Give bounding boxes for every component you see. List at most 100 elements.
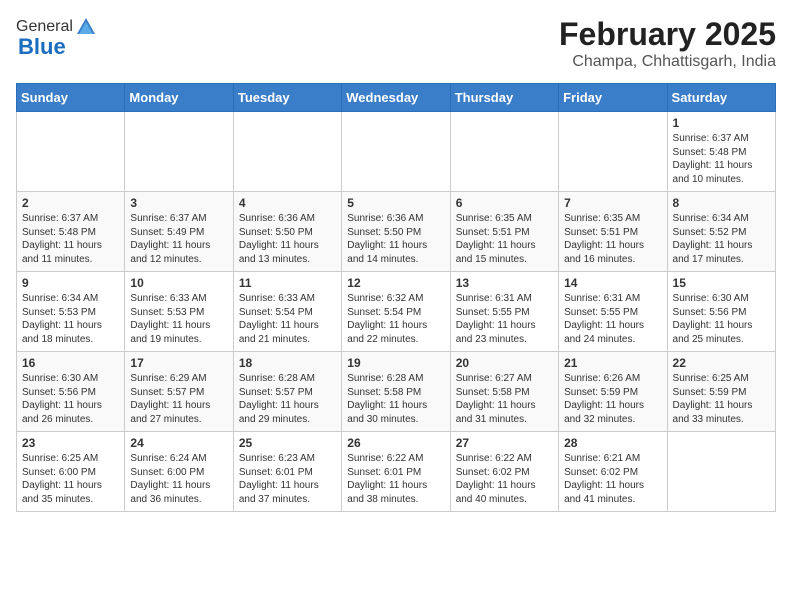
day-info: Sunrise: 6:22 AM Sunset: 6:02 PM Dayligh…: [456, 452, 553, 506]
day-number: 14: [564, 276, 661, 290]
day-number: 10: [130, 276, 227, 290]
day-info: Sunrise: 6:25 AM Sunset: 6:00 PM Dayligh…: [22, 452, 119, 506]
day-number: 21: [564, 356, 661, 370]
calendar-cell: 23Sunrise: 6:25 AM Sunset: 6:00 PM Dayli…: [17, 432, 125, 512]
day-info: Sunrise: 6:34 AM Sunset: 5:53 PM Dayligh…: [22, 292, 119, 346]
day-info: Sunrise: 6:28 AM Sunset: 5:57 PM Dayligh…: [239, 372, 336, 426]
day-info: Sunrise: 6:28 AM Sunset: 5:58 PM Dayligh…: [347, 372, 444, 426]
calendar-cell: 19 Sunrise: 6:28 AM Sunset: 5:58 PM Dayli…: [342, 352, 450, 432]
calendar-cell: 8 Sunrise: 6:34 AM Sunset: 5:52 PM Daylig…: [667, 192, 775, 272]
calendar-cell: [17, 112, 125, 192]
day-info: Sunrise: 6:30 AM Sunset: 5:56 PM Dayligh…: [673, 292, 770, 346]
calendar-cell: 16Sunrise: 6:30 AM Sunset: 5:56 PM Dayli…: [17, 352, 125, 432]
day-number: 6: [456, 196, 553, 210]
calendar-cell: 10 Sunrise: 6:33 AM Sunset: 5:53 PM Dayli…: [125, 272, 233, 352]
day-number: 24: [130, 436, 227, 450]
calendar-table: SundayMondayTuesdayWednesdayThursdayFrid…: [16, 83, 776, 512]
month-year-title: February 2025: [559, 16, 776, 53]
day-info: Sunrise: 6:22 AM Sunset: 6:01 PM Dayligh…: [347, 452, 444, 506]
day-number: 15: [673, 276, 770, 290]
col-header-saturday: Saturday: [667, 84, 775, 112]
calendar-cell: 12 Sunrise: 6:32 AM Sunset: 5:54 PM Dayli…: [342, 272, 450, 352]
calendar-cell: 4 Sunrise: 6:36 AM Sunset: 5:50 PM Daylig…: [233, 192, 341, 272]
col-header-friday: Friday: [559, 84, 667, 112]
day-info: Sunrise: 6:37 AM Sunset: 5:49 PM Dayligh…: [130, 212, 227, 266]
calendar-cell: 11 Sunrise: 6:33 AM Sunset: 5:54 PM Dayli…: [233, 272, 341, 352]
day-number: 11: [239, 276, 336, 290]
calendar-cell: [450, 112, 558, 192]
day-info: Sunrise: 6:30 AM Sunset: 5:56 PM Dayligh…: [22, 372, 119, 426]
day-number: 19: [347, 356, 444, 370]
calendar-cell: 6 Sunrise: 6:35 AM Sunset: 5:51 PM Daylig…: [450, 192, 558, 272]
day-number: 1: [673, 116, 770, 130]
day-info: Sunrise: 6:31 AM Sunset: 5:55 PM Dayligh…: [456, 292, 553, 346]
calendar-cell: [233, 112, 341, 192]
calendar-cell: 18Sunrise: 6:28 AM Sunset: 5:57 PM Dayli…: [233, 352, 341, 432]
day-info: Sunrise: 6:36 AM Sunset: 5:50 PM Dayligh…: [347, 212, 444, 266]
day-info: Sunrise: 6:32 AM Sunset: 5:54 PM Dayligh…: [347, 292, 444, 346]
col-header-sunday: Sunday: [17, 84, 125, 112]
calendar-cell: 2 Sunrise: 6:37 AM Sunset: 5:48 PM Daylig…: [17, 192, 125, 272]
calendar-cell: 21 Sunrise: 6:26 AM Sunset: 5:59 PM Dayli…: [559, 352, 667, 432]
calendar-cell: 27 Sunrise: 6:22 AM Sunset: 6:02 PM Dayli…: [450, 432, 558, 512]
day-number: 28: [564, 436, 661, 450]
calendar-header-row: SundayMondayTuesdayWednesdayThursdayFrid…: [17, 84, 776, 112]
day-info: Sunrise: 6:34 AM Sunset: 5:52 PM Dayligh…: [673, 212, 770, 266]
day-info: Sunrise: 6:33 AM Sunset: 5:54 PM Dayligh…: [239, 292, 336, 346]
calendar-cell: [342, 112, 450, 192]
day-info: Sunrise: 6:27 AM Sunset: 5:58 PM Dayligh…: [456, 372, 553, 426]
logo-icon: [75, 16, 97, 38]
day-info: Sunrise: 6:35 AM Sunset: 5:51 PM Dayligh…: [564, 212, 661, 266]
calendar-cell: 14 Sunrise: 6:31 AM Sunset: 5:55 PM Dayli…: [559, 272, 667, 352]
calendar-cell: 1Sunrise: 6:37 AM Sunset: 5:48 PM Daylig…: [667, 112, 775, 192]
day-number: 27: [456, 436, 553, 450]
day-info: Sunrise: 6:26 AM Sunset: 5:59 PM Dayligh…: [564, 372, 661, 426]
calendar-cell: [125, 112, 233, 192]
day-info: Sunrise: 6:23 AM Sunset: 6:01 PM Dayligh…: [239, 452, 336, 506]
day-number: 25: [239, 436, 336, 450]
day-number: 3: [130, 196, 227, 210]
logo-blue-text: Blue: [18, 34, 66, 60]
calendar-week-row: 23Sunrise: 6:25 AM Sunset: 6:00 PM Dayli…: [17, 432, 776, 512]
day-number: 4: [239, 196, 336, 210]
calendar-week-row: 9 Sunrise: 6:34 AM Sunset: 5:53 PM Daylig…: [17, 272, 776, 352]
day-number: 13: [456, 276, 553, 290]
day-number: 2: [22, 196, 119, 210]
day-info: Sunrise: 6:25 AM Sunset: 5:59 PM Dayligh…: [673, 372, 770, 426]
calendar-cell: 3 Sunrise: 6:37 AM Sunset: 5:49 PM Daylig…: [125, 192, 233, 272]
calendar-cell: 15 Sunrise: 6:30 AM Sunset: 5:56 PM Dayli…: [667, 272, 775, 352]
calendar-cell: 5 Sunrise: 6:36 AM Sunset: 5:50 PM Daylig…: [342, 192, 450, 272]
day-info: Sunrise: 6:33 AM Sunset: 5:53 PM Dayligh…: [130, 292, 227, 346]
day-number: 7: [564, 196, 661, 210]
day-info: Sunrise: 6:29 AM Sunset: 5:57 PM Dayligh…: [130, 372, 227, 426]
calendar-cell: 9 Sunrise: 6:34 AM Sunset: 5:53 PM Daylig…: [17, 272, 125, 352]
calendar-cell: 17 Sunrise: 6:29 AM Sunset: 5:57 PM Dayli…: [125, 352, 233, 432]
location-subtitle: Champa, Chhattisgarh, India: [559, 53, 776, 71]
title-block: February 2025 Champa, Chhattisgarh, Indi…: [559, 16, 776, 71]
day-number: 8: [673, 196, 770, 210]
calendar-cell: 13 Sunrise: 6:31 AM Sunset: 5:55 PM Dayli…: [450, 272, 558, 352]
day-number: 20: [456, 356, 553, 370]
col-header-wednesday: Wednesday: [342, 84, 450, 112]
calendar-week-row: 16Sunrise: 6:30 AM Sunset: 5:56 PM Dayli…: [17, 352, 776, 432]
day-number: 26: [347, 436, 444, 450]
logo: General Blue: [16, 16, 97, 60]
day-number: 5: [347, 196, 444, 210]
calendar-cell: 7 Sunrise: 6:35 AM Sunset: 5:51 PM Daylig…: [559, 192, 667, 272]
calendar-cell: 24 Sunrise: 6:24 AM Sunset: 6:00 PM Dayli…: [125, 432, 233, 512]
day-number: 12: [347, 276, 444, 290]
calendar-cell: [559, 112, 667, 192]
calendar-week-row: 1Sunrise: 6:37 AM Sunset: 5:48 PM Daylig…: [17, 112, 776, 192]
calendar-cell: [667, 432, 775, 512]
day-number: 9: [22, 276, 119, 290]
day-info: Sunrise: 6:35 AM Sunset: 5:51 PM Dayligh…: [456, 212, 553, 266]
day-info: Sunrise: 6:24 AM Sunset: 6:00 PM Dayligh…: [130, 452, 227, 506]
page-header: General Blue February 2025 Champa, Chhat…: [16, 16, 776, 71]
calendar-cell: 25 Sunrise: 6:23 AM Sunset: 6:01 PM Dayli…: [233, 432, 341, 512]
day-number: 17: [130, 356, 227, 370]
calendar-cell: 28 Sunrise: 6:21 AM Sunset: 6:02 PM Dayli…: [559, 432, 667, 512]
day-info: Sunrise: 6:36 AM Sunset: 5:50 PM Dayligh…: [239, 212, 336, 266]
day-info: Sunrise: 6:31 AM Sunset: 5:55 PM Dayligh…: [564, 292, 661, 346]
day-info: Sunrise: 6:37 AM Sunset: 5:48 PM Dayligh…: [22, 212, 119, 266]
day-info: Sunrise: 6:21 AM Sunset: 6:02 PM Dayligh…: [564, 452, 661, 506]
